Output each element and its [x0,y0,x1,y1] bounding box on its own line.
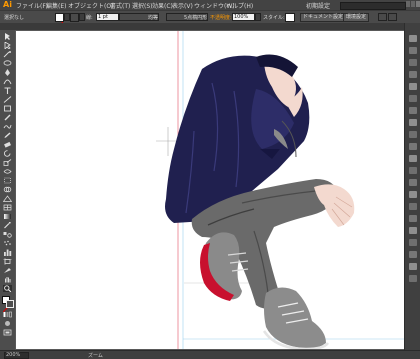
graphic-style-swatch[interactable] [285,13,295,22]
slice-tool-icon[interactable] [3,267,12,274]
minimize-button[interactable] [406,1,410,7]
menu-file[interactable]: ファイル(F) [16,1,48,10]
selection-tool-icon[interactable] [3,33,12,40]
gradient-panel-icon[interactable] [409,95,417,102]
menu-view[interactable]: 表示(V) [172,1,193,10]
color-mode-icon[interactable] [3,311,12,318]
opacity-dropdown[interactable] [255,13,261,21]
eraser-tool-icon[interactable] [3,141,12,148]
rotate-tool-icon[interactable] [3,150,12,157]
stroke-panel-icon[interactable] [409,83,417,90]
workspace-switcher[interactable]: 初期設定 [306,1,330,10]
menu-help[interactable]: ヘルプ(H) [226,1,253,10]
color-panel-icon[interactable] [409,35,417,42]
screen-mode-icon[interactable] [3,329,12,336]
stroke-label: 線: [86,15,93,21]
symbol-sprayer-tool-icon[interactable] [3,240,12,247]
preferences-button[interactable]: 環境設定 [343,13,370,22]
search-input[interactable] [340,2,406,10]
direct-selection-tool-icon[interactable] [3,42,12,49]
symbols-panel-icon[interactable] [409,71,417,78]
type-tool-icon[interactable] [3,87,12,94]
panel-menu-icon[interactable] [388,13,397,28]
column-graph-tool-icon[interactable] [3,249,12,256]
artboards-panel-icon[interactable] [409,155,417,162]
opacity-label[interactable]: 不透明度: [210,14,232,21]
blend-tool-icon[interactable] [3,231,12,238]
eyedropper-tool-icon[interactable] [3,222,12,229]
paragraph-panel-icon[interactable] [409,215,417,222]
lasso-tool-icon[interactable] [3,60,12,67]
libraries-panel-icon[interactable] [409,251,417,258]
stroke-weight-field[interactable]: 1 pt [96,13,119,21]
profile-label: 均等 [148,15,159,21]
selection-status: 選択なし [4,15,25,21]
character-panel-icon[interactable] [409,203,417,210]
zoom-tool-icon[interactable] [3,285,12,292]
links-panel-icon[interactable] [409,227,417,234]
rectangle-tool-icon[interactable] [3,105,12,112]
control-bar: 選択なし 線: 1 pt 均等 5点楕円形 不透明度: 100% スタイル: ド… [0,10,420,30]
brush-label: 5点楕円形 [184,15,208,21]
panel-dock [404,23,420,350]
stroke-color-swatch[interactable] [6,300,14,308]
layers-panel-icon[interactable] [409,143,417,150]
menu-effect[interactable]: 効果(C) [152,1,173,10]
tools-panel [0,30,16,350]
artboard-canvas[interactable] [16,31,404,349]
stroke-dropdown[interactable] [79,13,85,21]
gradient-tool-icon[interactable] [3,213,12,220]
image-trace-panel-icon[interactable] [409,263,417,270]
fill-swatch[interactable] [55,13,64,30]
curvature-tool-icon[interactable] [3,78,12,85]
illustration [156,31,404,349]
asset-export-panel-icon[interactable] [409,239,417,246]
style-label: スタイル: [263,15,285,21]
paintbrush-tool-icon[interactable] [3,114,12,121]
hand-tool-icon[interactable] [3,276,12,283]
shaper-tool-icon[interactable] [3,123,12,130]
stroke-swatch[interactable] [70,13,79,28]
document-setup-button[interactable]: ドキュメント設定 [300,13,347,22]
menu-object[interactable]: オブジェクト(O) [68,1,113,10]
menu-edit[interactable]: 編集(E) [46,1,66,10]
document-tab-bar [0,23,420,30]
transform-panel-icon[interactable] [409,191,417,198]
graphic-styles-panel-icon[interactable] [409,131,417,138]
scale-tool-icon[interactable] [3,159,12,166]
swatches-panel-icon[interactable] [409,47,417,54]
transparency-panel-icon[interactable] [409,107,417,114]
pencil-tool-icon[interactable] [3,132,12,139]
pathfinder-panel-icon[interactable] [409,179,417,186]
magic-wand-tool-icon[interactable] [3,51,12,58]
perspective-grid-tool-icon[interactable] [3,195,12,202]
width-tool-icon[interactable] [3,168,12,175]
opacity-field[interactable]: 100% [232,13,255,21]
pen-tool-icon[interactable] [3,69,12,76]
line-tool-icon[interactable] [3,96,12,103]
appearance-panel-icon[interactable] [409,119,417,126]
app-logo: Ai [3,0,12,9]
menu-type[interactable]: 書式(T) [110,1,130,10]
free-transform-tool-icon[interactable] [3,177,12,184]
align-panel-icon[interactable] [409,167,417,174]
shape-builder-tool-icon[interactable] [3,186,12,193]
menu-bar: Ai ファイル(F) 編集(E) オブジェクト(O) 書式(T) 選択(S) 効… [0,0,420,10]
artboard-tool-icon[interactable] [3,258,12,265]
close-button[interactable] [416,1,420,7]
menu-select[interactable]: 選択(S) [132,1,153,10]
mesh-tool-icon[interactable] [3,204,12,211]
brushes-panel-icon[interactable] [409,59,417,66]
arrange-docs-icon[interactable] [378,13,387,29]
drawing-mode-icon[interactable] [3,320,12,327]
navigator-panel-icon[interactable] [409,275,417,282]
maximize-button[interactable] [411,1,415,7]
